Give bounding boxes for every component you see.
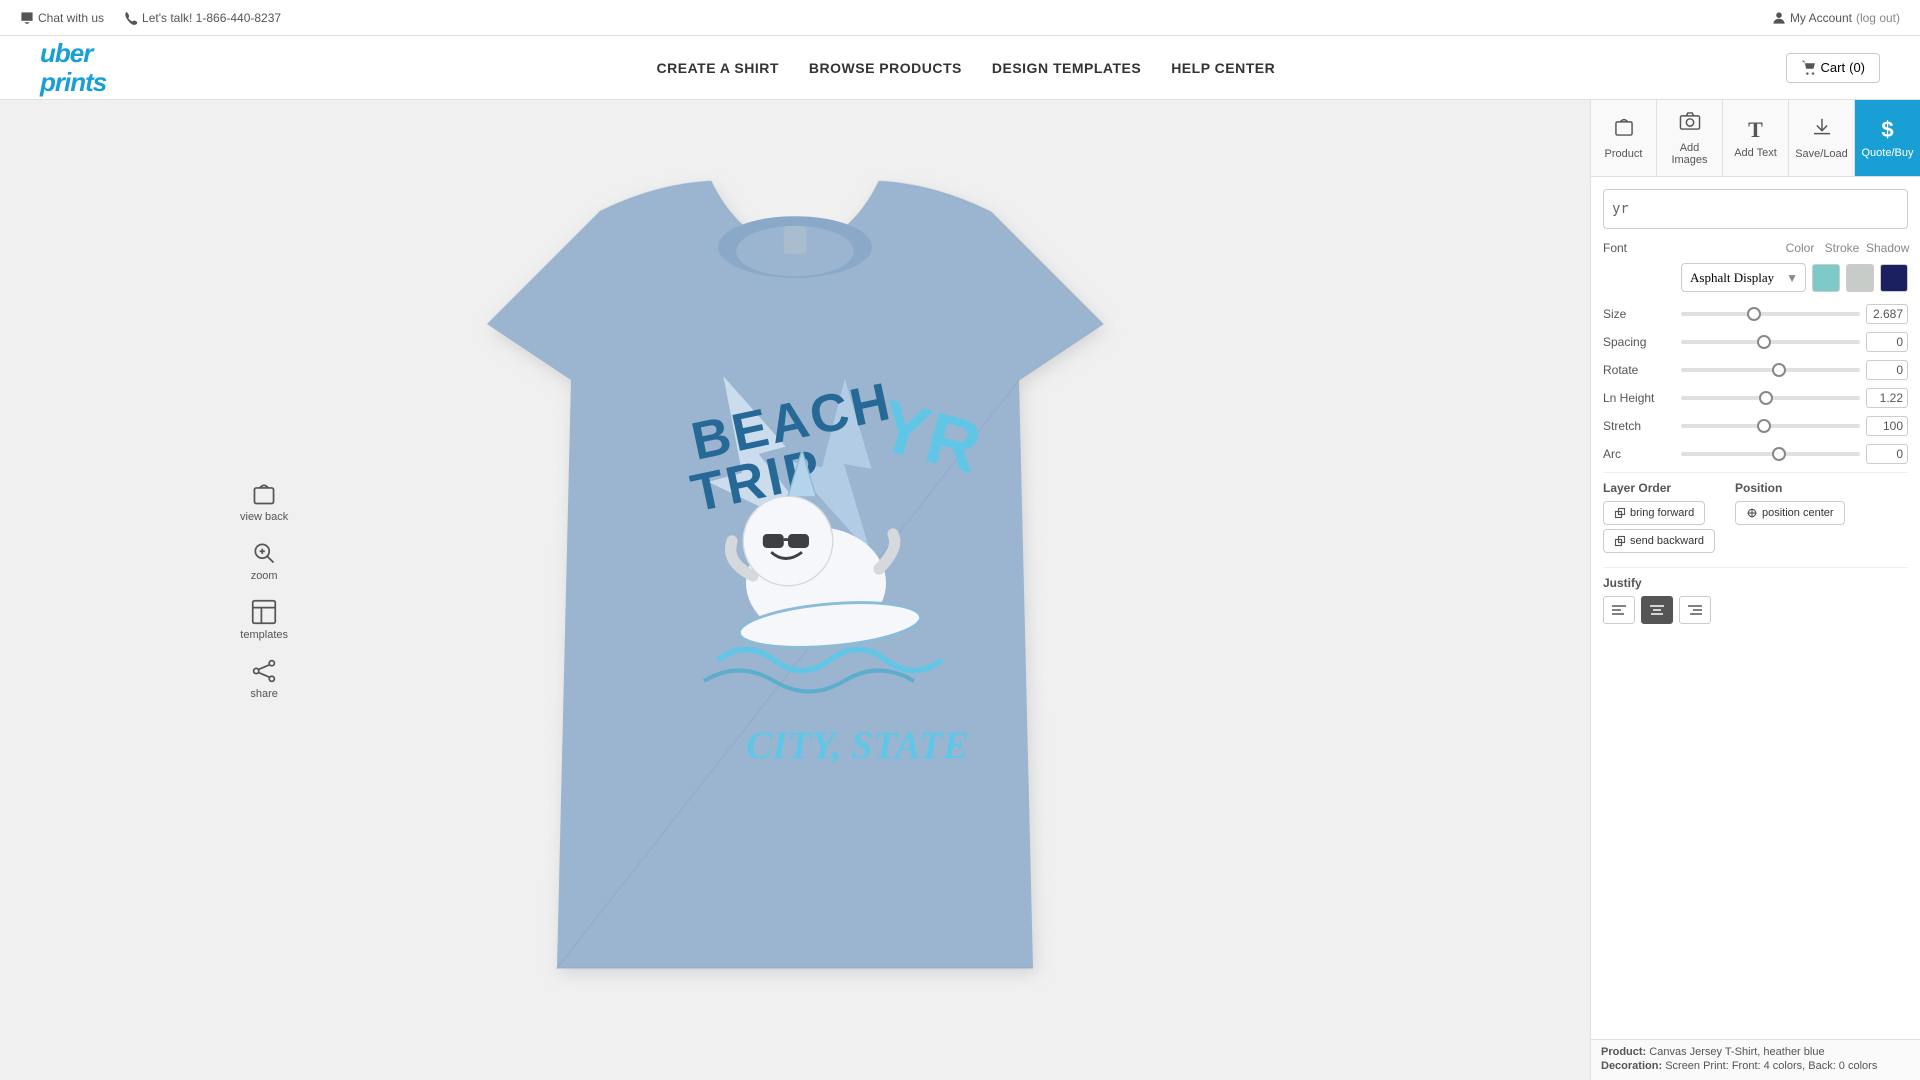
rotate-value[interactable] xyxy=(1866,360,1908,380)
ln-height-value[interactable] xyxy=(1866,388,1908,408)
position-title: Position xyxy=(1735,481,1845,495)
tshirt-preview: BEACH TRIP YR xyxy=(0,100,1590,1080)
status-bar: Product: Canvas Jersey T-Shirt, heather … xyxy=(1591,1039,1920,1080)
justify-row xyxy=(1603,596,1908,624)
nav-create-shirt[interactable]: CREATE A SHIRT xyxy=(657,56,779,80)
size-label: Size xyxy=(1603,307,1675,321)
header: uberprints CREATE A SHIRT BROWSE PRODUCT… xyxy=(0,36,1920,100)
arc-value[interactable] xyxy=(1866,444,1908,464)
stretch-slider[interactable] xyxy=(1681,424,1860,428)
view-back-tool[interactable]: view back xyxy=(240,480,288,523)
cart-button[interactable]: Cart (0) xyxy=(1786,53,1880,83)
dollar-icon: $ xyxy=(1881,117,1893,143)
divider-1 xyxy=(1603,472,1908,473)
ln-height-slider[interactable] xyxy=(1681,396,1860,400)
top-bar-left: Chat with us Let's talk! 1-866-440-8237 xyxy=(20,11,281,25)
stroke-swatch[interactable] xyxy=(1846,264,1874,292)
tab-product[interactable]: Product xyxy=(1591,100,1657,176)
product-status: Product: Canvas Jersey T-Shirt, heather … xyxy=(1601,1046,1910,1058)
stroke-header-label: Stroke xyxy=(1824,241,1860,255)
arc-slider[interactable] xyxy=(1681,452,1860,456)
tab-quote-buy[interactable]: $ Quote/Buy xyxy=(1855,100,1920,176)
tab-add-images[interactable]: Add Images xyxy=(1657,100,1723,176)
shadow-swatch[interactable] xyxy=(1880,264,1908,292)
nav-help-center[interactable]: HELP CENTER xyxy=(1171,56,1275,80)
rotate-label: Rotate xyxy=(1603,363,1675,377)
color-header-label: Color xyxy=(1782,241,1818,255)
share-tool[interactable]: share xyxy=(250,657,278,700)
zoom-tool[interactable]: zoom xyxy=(250,539,278,582)
color-swatch[interactable] xyxy=(1812,264,1840,292)
product-icon xyxy=(1613,116,1635,144)
zoom-icon xyxy=(250,539,278,567)
rotate-slider[interactable] xyxy=(1681,368,1860,372)
top-bar-right: My Account (log out) xyxy=(1772,11,1900,25)
side-toolbar: view back zoom xyxy=(240,480,288,700)
arc-row: Arc xyxy=(1603,444,1908,464)
text-editor: Font Color Stroke Shadow Asphalt Display… xyxy=(1591,177,1920,1039)
send-backward-button[interactable]: send backward xyxy=(1603,529,1715,553)
shadow-header-label: Shadow xyxy=(1866,241,1908,255)
font-select[interactable]: Asphalt Display Arial Impact xyxy=(1681,263,1806,292)
divider-2 xyxy=(1603,567,1908,568)
logo-text: uberprints xyxy=(40,39,106,96)
right-panel: Product Add Images T Add Text xyxy=(1590,100,1920,1080)
spacing-slider[interactable] xyxy=(1681,340,1860,344)
text-icon: T xyxy=(1748,117,1763,143)
justify-left-button[interactable] xyxy=(1603,596,1635,624)
spacing-value[interactable] xyxy=(1866,332,1908,352)
account-link[interactable]: My Account (log out) xyxy=(1772,11,1900,25)
font-label: Font xyxy=(1603,241,1675,255)
stretch-row: Stretch xyxy=(1603,416,1908,436)
decoration-status: Decoration: Screen Print: Front: 4 color… xyxy=(1601,1060,1910,1072)
justify-center-button[interactable] xyxy=(1641,596,1673,624)
camera-icon xyxy=(1679,110,1701,138)
spacing-row: Spacing xyxy=(1603,332,1908,352)
logo[interactable]: uberprints xyxy=(40,39,106,96)
size-row: Size xyxy=(1603,304,1908,324)
layer-order-title: Layer Order xyxy=(1603,481,1715,495)
tab-save-load[interactable]: Save/Load xyxy=(1789,100,1855,176)
main-container: view back zoom xyxy=(0,100,1920,1080)
justify-section: Justify xyxy=(1603,576,1908,624)
position-section: Position position center xyxy=(1735,481,1845,557)
size-value[interactable] xyxy=(1866,304,1908,324)
toolbar-tabs: Product Add Images T Add Text xyxy=(1591,100,1920,177)
position-center-button[interactable]: position center xyxy=(1735,501,1845,525)
templates-icon xyxy=(250,598,278,626)
bring-forward-button[interactable]: bring forward xyxy=(1603,501,1705,525)
svg-text:CITY, STATE: CITY, STATE xyxy=(746,724,969,767)
share-icon xyxy=(250,657,278,685)
size-slider[interactable] xyxy=(1681,312,1860,316)
templates-tool[interactable]: templates xyxy=(240,598,288,641)
chat-link[interactable]: Chat with us xyxy=(20,11,104,25)
phone-link[interactable]: Let's talk! 1-866-440-8237 xyxy=(124,11,281,25)
top-bar: Chat with us Let's talk! 1-866-440-8237 … xyxy=(0,0,1920,36)
rotate-row: Rotate xyxy=(1603,360,1908,380)
tab-add-text[interactable]: T Add Text xyxy=(1723,100,1789,176)
nav-browse-products[interactable]: BROWSE PRODUCTS xyxy=(809,56,962,80)
stretch-value[interactable] xyxy=(1866,416,1908,436)
main-nav: CREATE A SHIRT BROWSE PRODUCTS DESIGN TE… xyxy=(146,56,1785,80)
nav-design-templates[interactable]: DESIGN TEMPLATES xyxy=(992,56,1141,80)
save-icon xyxy=(1811,116,1833,144)
layer-order-section: Layer Order bring forward send backward xyxy=(1603,481,1715,557)
stretch-label: Stretch xyxy=(1603,419,1675,433)
ln-height-row: Ln Height xyxy=(1603,388,1908,408)
arc-label: Arc xyxy=(1603,447,1675,461)
view-back-icon xyxy=(250,480,278,508)
justify-title: Justify xyxy=(1603,576,1908,590)
layer-position-row: Layer Order bring forward send backward … xyxy=(1603,481,1908,557)
preview-panel: view back zoom xyxy=(0,100,1590,1080)
justify-right-button[interactable] xyxy=(1679,596,1711,624)
font-select-wrapper: Asphalt Display Arial Impact ▼ xyxy=(1681,263,1806,292)
spacing-label: Spacing xyxy=(1603,335,1675,349)
ln-height-label: Ln Height xyxy=(1603,391,1675,405)
text-input[interactable] xyxy=(1603,189,1908,229)
